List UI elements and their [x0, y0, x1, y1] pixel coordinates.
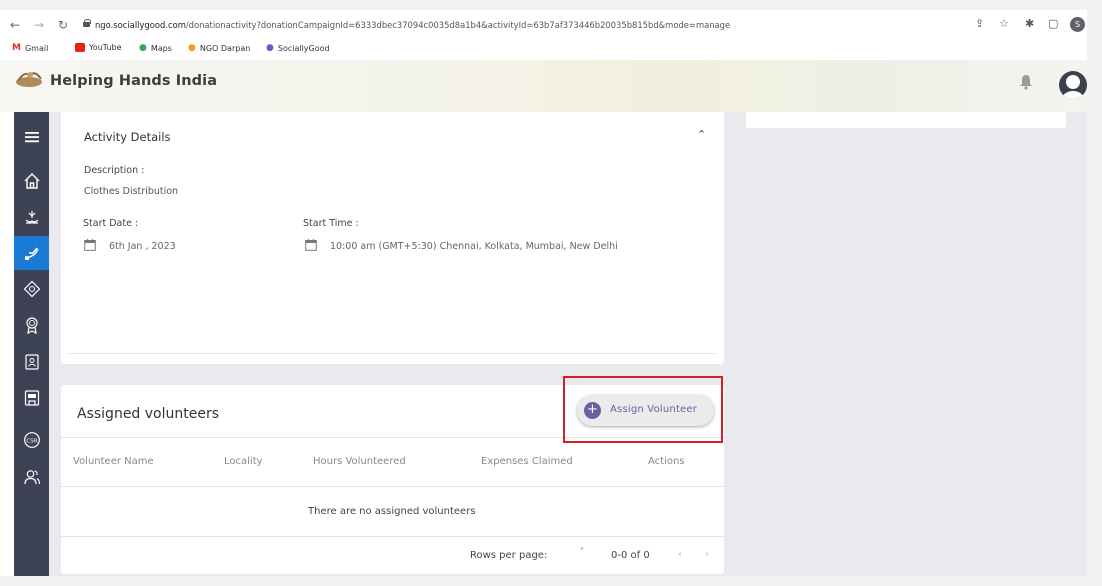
- sidebar-item-awards[interactable]: [14, 308, 49, 342]
- calendar-icon: [84, 239, 96, 251]
- activity-details-card: Activity Details ⌃ Description : Clothes…: [61, 112, 724, 364]
- prev-page-icon[interactable]: ‹: [678, 549, 682, 560]
- sidebar-item-donations[interactable]: [14, 236, 49, 270]
- collapse-chevron-icon[interactable]: ⌃: [697, 128, 706, 141]
- column-header-volunteer-name[interactable]: Volunteer Name: [73, 456, 154, 467]
- user-avatar[interactable]: [1059, 71, 1087, 99]
- bookmark-label: Maps: [150, 43, 172, 53]
- lock-icon: [83, 19, 91, 27]
- award-badge-icon: [25, 317, 38, 334]
- app-brand-title[interactable]: Helping Hands India: [50, 73, 217, 89]
- hamburger-menu-icon: [24, 132, 39, 143]
- bookmarks-bar: M Gmail YouTube ● Maps ● NGO Darpan ● So…: [0, 40, 1087, 60]
- start-time-value: 10:00 am (GMT+5:30) Chennai, Kolkata, Mu…: [330, 241, 618, 252]
- app-header: Helping Hands India: [0, 60, 1087, 112]
- sidebar-item-users[interactable]: [14, 460, 49, 494]
- address-bar: ← → ↻ ngo.sociallygood.com/donationactiv…: [0, 10, 1087, 40]
- sidepanel-icon[interactable]: ▢: [1048, 17, 1058, 30]
- divider: [61, 486, 724, 487]
- sidebar-item-projects[interactable]: [14, 272, 49, 306]
- right-panel-card: [746, 112, 1066, 128]
- start-date-label: Start Date :: [83, 218, 139, 229]
- sidebar-item-ngo[interactable]: [14, 381, 49, 415]
- bookmark-gmail[interactable]: M Gmail: [12, 43, 48, 53]
- bookmark-sociallygood[interactable]: ● SociallyGood: [266, 43, 330, 53]
- url-path: /donationactivity?donationCampaignId=633…: [185, 20, 731, 30]
- column-header-hours-volunteered[interactable]: Hours Volunteered: [313, 456, 406, 467]
- bookmark-maps[interactable]: ● Maps: [139, 43, 172, 53]
- star-icon[interactable]: ☆: [999, 17, 1009, 30]
- divider: [68, 353, 716, 354]
- start-time-label: Start Time :: [303, 218, 359, 229]
- rows-per-page-dropdown-icon[interactable]: ˅: [580, 547, 584, 556]
- description-value: Clothes Distribution: [84, 186, 179, 197]
- notification-bell-icon[interactable]: [1019, 74, 1033, 90]
- contact-book-icon: [24, 354, 39, 370]
- ngo-building-icon: [24, 390, 39, 406]
- sociallygood-icon: ●: [266, 43, 274, 53]
- highlight-annotation-box: [563, 376, 723, 443]
- youtube-icon: [75, 43, 85, 52]
- csr-circle-icon: CSR: [23, 432, 40, 448]
- sidebar-menu-toggle[interactable]: [14, 120, 49, 154]
- pagination-range: 0-0 of 0: [611, 550, 650, 561]
- bookmark-label: YouTube: [89, 43, 122, 52]
- helping-hands-logo: [16, 72, 42, 87]
- url-text[interactable]: ngo.sociallygood.com/donationactivity?do…: [95, 20, 730, 30]
- users-icon: [23, 470, 40, 485]
- bookmark-label: SociallyGood: [277, 43, 330, 53]
- bookmark-youtube[interactable]: YouTube: [75, 43, 122, 52]
- empty-table-message: There are no assigned volunteers: [308, 506, 476, 517]
- home-icon: [24, 173, 39, 189]
- ngo-darpan-icon: ●: [188, 43, 196, 53]
- diamond-star-icon: [23, 280, 40, 298]
- description-label: Description :: [84, 165, 145, 176]
- column-header-expenses-claimed[interactable]: Expenses Claimed: [481, 456, 573, 467]
- share-icon[interactable]: ⇪: [975, 17, 984, 30]
- rows-per-page-label: Rows per page:: [470, 550, 548, 561]
- column-header-actions[interactable]: Actions: [648, 456, 685, 467]
- column-header-locality[interactable]: Locality: [224, 456, 263, 467]
- main-content: Activity Details ⌃ Description : Clothes…: [49, 112, 1087, 576]
- divider: [61, 536, 724, 537]
- sidebar-item-contacts[interactable]: [14, 345, 49, 379]
- svg-text:CSR: CSR: [26, 438, 37, 444]
- sidebar-item-home[interactable]: [14, 164, 49, 198]
- user-silhouette-icon: [1062, 75, 1084, 99]
- browser-window: ← → ↻ ngo.sociallygood.com/donationactiv…: [0, 10, 1087, 576]
- activity-details-title: Activity Details: [84, 130, 171, 144]
- next-page-icon[interactable]: ›: [705, 549, 709, 560]
- profile-avatar[interactable]: S: [1070, 17, 1085, 32]
- sidebar-item-campaigns[interactable]: [14, 200, 49, 234]
- extensions-icon[interactable]: ✱: [1025, 17, 1034, 30]
- bookmark-label: NGO Darpan: [199, 43, 251, 53]
- maps-pin-icon: ●: [139, 43, 147, 53]
- back-icon[interactable]: ←: [10, 18, 20, 32]
- forward-icon[interactable]: →: [34, 18, 44, 32]
- start-date-value: 6th Jan , 2023: [109, 241, 176, 252]
- assigned-volunteers-title: Assigned volunteers: [77, 406, 220, 422]
- sidebar-item-csr[interactable]: CSR: [14, 423, 49, 457]
- plant-hands-icon: [25, 211, 38, 224]
- calendar-icon: [305, 239, 317, 251]
- donation-hand-icon: [24, 247, 39, 260]
- bookmark-label: Gmail: [24, 43, 49, 53]
- reload-icon[interactable]: ↻: [58, 18, 68, 32]
- gmail-icon: M: [12, 43, 21, 53]
- url-domain: ngo.sociallygood.com: [95, 20, 186, 30]
- bookmark-ngo-darpan[interactable]: ● NGO Darpan: [188, 43, 250, 53]
- sidebar: CSR: [14, 112, 49, 576]
